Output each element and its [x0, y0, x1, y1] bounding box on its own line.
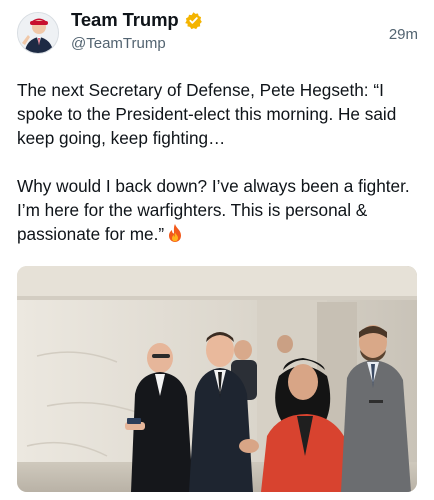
hallway-photo: [17, 266, 417, 492]
fire-icon: [166, 223, 184, 249]
name-row: Team Trump: [71, 9, 203, 31]
post-text: The next Secretary of Defense, Pete Hegs…: [17, 80, 410, 244]
avatar[interactable]: [17, 12, 59, 54]
verified-badge-icon: [184, 11, 203, 30]
post-media-image[interactable]: [17, 266, 417, 492]
post-timestamp[interactable]: 29m: [389, 26, 418, 43]
author-handle[interactable]: @TeamTrump: [71, 35, 203, 52]
post-card: Team Trump @TeamTrump 29m The next Secre…: [0, 0, 434, 500]
post-text-container: The next Secretary of Defense, Pete Hegs…: [17, 78, 421, 249]
author-block: Team Trump @TeamTrump: [71, 9, 203, 52]
avatar-photo: [18, 13, 58, 53]
author-display-name[interactable]: Team Trump: [71, 9, 179, 31]
